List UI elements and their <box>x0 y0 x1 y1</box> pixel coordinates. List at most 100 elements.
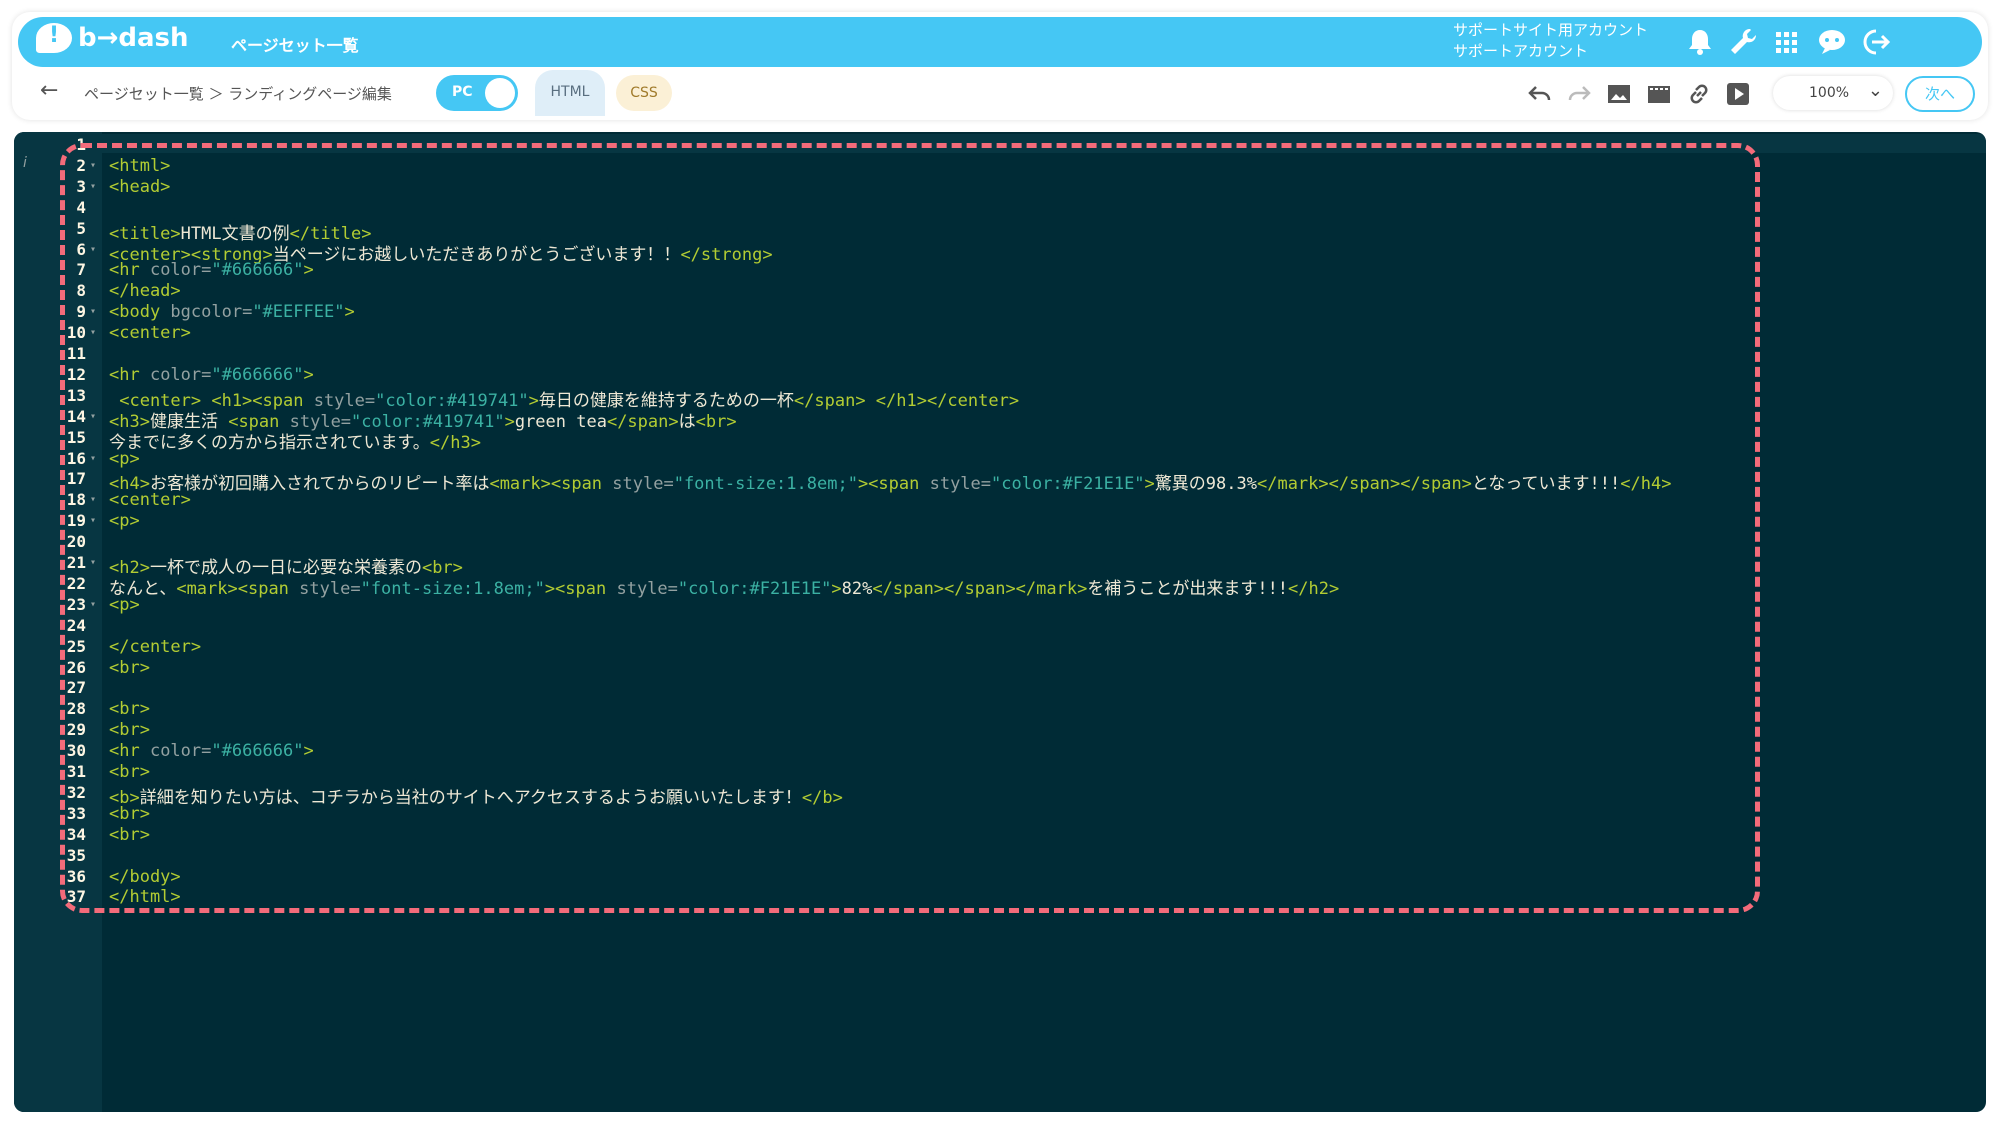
code-token: <p> <box>109 448 140 469</box>
pc-toggle[interactable]: PC <box>436 75 518 111</box>
code-line[interactable]: <b>詳細を知りたい方は、コチラから当社のサイトへアクセスするようお願いいたしま… <box>109 783 843 808</box>
code-token: </span> </h1></center> <box>793 390 1020 411</box>
code-token: "color:#F21E1E" <box>991 474 1145 495</box>
code-token: 当ページにお越しいただきありがとうございます！！ <box>272 244 681 265</box>
line-number: 31 <box>66 762 86 781</box>
code-token: > <box>344 302 355 323</box>
code-token: color= <box>149 260 212 281</box>
code-token: <html> <box>109 155 171 176</box>
code-line[interactable]: </head> <box>109 281 181 301</box>
play-icon[interactable] <box>1724 80 1752 108</box>
code-line[interactable]: <body bgcolor="#EEFFEE"> <box>109 302 355 322</box>
top-navigation-bar: b→dash ページセット一覧 サポートサイト用アカウント サポートアカウント <box>18 17 1982 67</box>
account-info[interactable]: サポートサイト用アカウント サポートアカウント <box>1453 20 1648 62</box>
code-line[interactable]: <br> <box>109 720 150 740</box>
next-button[interactable]: 次へ <box>1905 76 1975 112</box>
code-line[interactable]: </body> <box>109 867 181 887</box>
code-token: style= <box>929 474 992 495</box>
code-token: > <box>1144 474 1155 495</box>
line-number: 13 <box>66 385 86 405</box>
code-token: </h2> <box>1288 578 1340 599</box>
code-token: を補うことが出来ます!!! <box>1087 578 1289 599</box>
code-line[interactable]: </center> <box>109 637 201 657</box>
code-token: <br> <box>109 699 150 720</box>
code-line[interactable]: <hr color="#666666"> <box>109 260 314 280</box>
tab-css[interactable]: CSS <box>616 75 672 111</box>
link-icon[interactable] <box>1685 80 1713 108</box>
code-token: <hr <box>109 741 150 762</box>
code-token: 驚異の98.3% <box>1154 474 1257 495</box>
fold-arrow-icon[interactable]: ▾ <box>90 411 96 422</box>
header-page-title[interactable]: ページセット一覧 <box>231 32 359 56</box>
fold-arrow-icon[interactable]: ▾ <box>90 494 96 505</box>
grid-icon[interactable] <box>1769 25 1803 59</box>
code-line[interactable]: <hr color="#666666"> <box>109 365 314 385</box>
fold-arrow-icon[interactable]: ▾ <box>90 515 96 526</box>
code-line[interactable]: <h4>お客様が初回購入されてからのリピート率は<mark><span styl… <box>109 469 1671 494</box>
line-number: 36 <box>66 866 86 886</box>
code-token: </b> <box>801 787 843 808</box>
code-token: <head> <box>109 176 171 197</box>
tab-html[interactable]: HTML <box>535 70 605 116</box>
code-line[interactable]: <head> <box>109 177 170 197</box>
code-token: <br> <box>109 803 150 824</box>
code-token: </span></span></mark> <box>872 578 1088 599</box>
code-line[interactable]: なんと、<mark><span style="font-size:1.8em;"… <box>109 574 1339 599</box>
code-line[interactable]: <br> <box>109 762 150 782</box>
back-arrow-icon[interactable]: ← <box>40 78 58 103</box>
breadcrumb[interactable]: ページセット一覧 ＞ ランディングページ編集 <box>84 83 392 104</box>
video-icon[interactable] <box>1645 80 1673 108</box>
fold-arrow-icon[interactable]: ▾ <box>90 160 96 171</box>
fold-arrow-icon[interactable]: ▾ <box>90 244 96 255</box>
code-token: "#666666" <box>211 260 304 281</box>
code-line[interactable]: <br> <box>109 825 150 845</box>
line-number: 11 <box>66 344 86 363</box>
code-token: <hr <box>109 260 150 281</box>
code-editor[interactable]: i 1 2 ▾ <html> 3 ▾ <head> 4 5 <title>HTML文書の例</ti… <box>14 132 1986 1112</box>
zoom-value: 100% <box>1809 85 1850 101</box>
code-line[interactable]: <p> <box>109 595 140 615</box>
line-number: 8 <box>76 281 86 301</box>
code-line[interactable]: </html> <box>109 887 181 907</box>
code-token: <p> <box>109 511 140 532</box>
wrench-icon[interactable] <box>1726 25 1760 59</box>
fold-arrow-icon[interactable]: ▾ <box>90 453 96 464</box>
code-token: <center> <box>109 490 191 511</box>
code-token: bgcolor= <box>170 302 253 323</box>
fold-arrow-icon[interactable]: ▾ <box>90 327 96 338</box>
logout-icon[interactable] <box>1858 25 1892 59</box>
code-line[interactable]: <html> <box>109 156 170 176</box>
brand-logo[interactable]: b→dash <box>36 23 189 53</box>
fold-arrow-icon[interactable]: ▾ <box>90 599 96 610</box>
code-line[interactable]: <center> <box>109 323 191 343</box>
image-icon[interactable] <box>1605 80 1633 108</box>
code-line[interactable]: <p> <box>109 449 140 469</box>
chat-icon[interactable] <box>1815 25 1849 59</box>
code-line[interactable]: 今までに多くの方から指示されています。</h3> <box>109 428 481 453</box>
code-token: <br> <box>109 762 150 782</box>
code-token: <p> <box>109 594 140 615</box>
redo-icon[interactable] <box>1565 80 1593 108</box>
fold-arrow-icon[interactable]: ▾ <box>90 181 96 192</box>
code-line[interactable]: <br> <box>109 699 150 719</box>
fold-arrow-icon[interactable]: ▾ <box>90 557 96 568</box>
line-number: 5 <box>76 218 86 238</box>
code-line[interactable]: <p> <box>109 511 140 531</box>
fold-arrow-icon[interactable]: ▾ <box>90 306 96 317</box>
code-line[interactable]: <br> <box>109 804 150 824</box>
code-token: 今までに多くの方から指示されています。 <box>109 432 430 453</box>
line-number: 25 <box>66 636 86 656</box>
code-token: </head> <box>109 281 181 302</box>
line-number: 19 <box>66 511 86 531</box>
code-line[interactable]: <br> <box>109 658 150 678</box>
undo-icon[interactable] <box>1526 80 1554 108</box>
code-line[interactable]: <hr color="#666666"> <box>109 741 314 761</box>
line-number: 30 <box>66 741 86 761</box>
line-number: 9 <box>76 302 86 322</box>
code-token: </mark></span></span> <box>1256 474 1472 495</box>
code-token: > <box>303 364 314 385</box>
bell-icon[interactable] <box>1683 25 1717 59</box>
account-line-1: サポートサイト用アカウント <box>1453 21 1649 39</box>
code-line[interactable]: <center> <box>109 490 191 510</box>
zoom-select[interactable]: 100% ⌄ <box>1773 76 1893 110</box>
